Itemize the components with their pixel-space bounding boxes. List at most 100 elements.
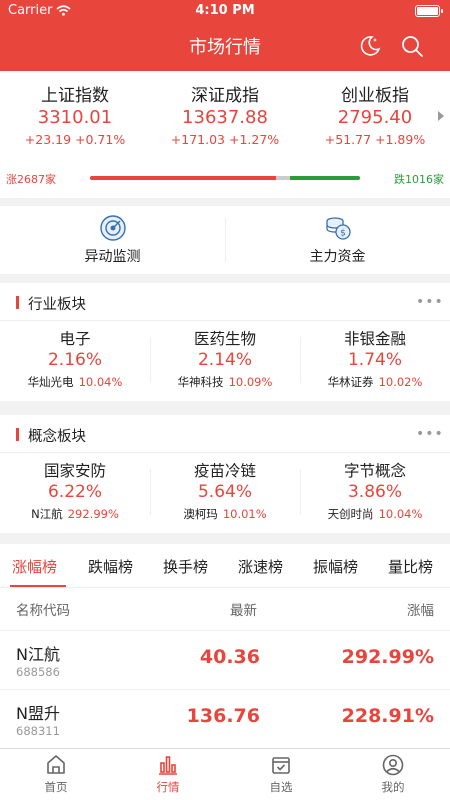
stock-pct: 228.91% [341, 705, 434, 727]
anomaly-monitor-button[interactable]: 异动监测 [0, 214, 225, 266]
nav-label: 首页 [44, 780, 68, 794]
tab-indicator [10, 585, 66, 587]
watchlist-icon [272, 757, 290, 774]
sector-leader: 华神科技 10.09% [177, 375, 273, 389]
tab-amplitude[interactable]: 振幅榜 [313, 556, 358, 577]
bar-chart-icon [159, 756, 177, 775]
index-change: +171.03 +1.27% [170, 132, 280, 147]
table-row[interactable]: N江航 688586 40.36 292.99% [0, 630, 450, 688]
battery-icon [415, 5, 443, 17]
column-header-price[interactable]: 最新 [230, 599, 257, 619]
sector-name: 字节概念 [343, 462, 406, 480]
section-title: 行业板块 [28, 297, 86, 313]
index-panel: 上证指数 3310.01 +23.19 +0.71% 深证成指 13637.88… [0, 71, 450, 198]
table-header: 名称代码 最新 涨幅 [0, 589, 450, 629]
radar-icon [99, 215, 126, 241]
index-change: +23.19 +0.71% [24, 132, 126, 147]
breadth-bar-up [90, 176, 276, 180]
index-value: 2795.40 [337, 107, 413, 128]
stock-name: N盟升 [16, 704, 60, 723]
index-value: 13637.88 [182, 107, 268, 128]
section-header: 概念板块 ••• [0, 415, 450, 453]
index-name: 创业板指 [341, 86, 409, 106]
svg-text:$: $ [340, 229, 346, 239]
index-card-sh[interactable]: 上证指数 3310.01 +23.19 +0.71% [0, 81, 150, 147]
ranking-panel: 涨幅榜 跌幅榜 换手榜 涨速榜 振幅榜 量比榜 名称代码 最新 涨幅 N江航 6… [0, 544, 450, 748]
sector-card[interactable]: 字节概念 3.86% 天创时尚 10.04% [300, 455, 450, 522]
bottom-nav: 首页 行情 自选 我的 [0, 748, 450, 800]
sector-pct: 1.74% [347, 350, 402, 370]
stock-price: 40.36 [199, 646, 260, 668]
breadth-bar-down [290, 176, 360, 180]
column-header-name: 名称代码 [16, 603, 70, 619]
sector-card[interactable]: 医药生物 2.14% 华神科技 10.09% [150, 323, 300, 390]
index-name: 深证成指 [191, 86, 259, 106]
main-funds-button[interactable]: $ 主力资金 [225, 214, 450, 266]
nav-watchlist[interactable]: 自选 [225, 753, 337, 795]
sector-name: 疫苗冷链 [193, 462, 256, 480]
search-icon[interactable] [400, 34, 424, 58]
sector-name: 国家安防 [43, 462, 106, 480]
stock-price: 136.76 [186, 705, 260, 727]
sector-card[interactable]: 疫苗冷链 5.64% 澳柯玛 10.01% [150, 455, 300, 522]
app-header: Carrier 4:10 PM 市场行情 [0, 0, 450, 71]
nav-profile[interactable]: 我的 [337, 753, 449, 795]
more-icon[interactable]: ••• [416, 294, 444, 310]
tab-gainers[interactable]: 涨幅榜 [12, 556, 57, 577]
sector-name: 非银金融 [343, 330, 406, 348]
nav-label: 行情 [156, 780, 180, 794]
industry-sector-panel: 行业板块 ••• 电子 2.16% 华灿光电 10.04% 医药生物 2.14% … [0, 283, 450, 401]
sector-name: 电子 [59, 330, 91, 348]
table-row[interactable]: N盟升 688311 136.76 228.91% [0, 689, 450, 747]
stock-code: 688586 [16, 665, 60, 679]
page-title: 市场行情 [189, 37, 261, 58]
section-marker [16, 296, 19, 309]
nav-market[interactable]: 行情 [112, 753, 224, 795]
up-count: 涨2687家 [6, 173, 56, 186]
sector-leader: 华林证券 10.02% [327, 375, 423, 389]
stock-code: 688311 [16, 724, 60, 738]
index-card-cyb[interactable]: 创业板指 2795.40 +51.77 +1.89% [300, 81, 450, 147]
sector-card[interactable]: 电子 2.16% 华灿光电 10.04% [0, 323, 150, 390]
tab-losers[interactable]: 跌幅榜 [88, 556, 133, 577]
index-value: 3310.01 [37, 107, 113, 128]
ranking-tabs: 涨幅榜 跌幅榜 换手榜 涨速榜 振幅榜 量比榜 [0, 544, 450, 588]
tab-volume-ratio[interactable]: 量比榜 [388, 556, 433, 577]
sector-leader: 华灿光电 10.04% [27, 375, 123, 389]
nav-label: 我的 [381, 780, 405, 794]
sector-pct: 6.22% [47, 482, 102, 502]
index-change: +51.77 +1.89% [324, 132, 426, 147]
stock-pct: 292.99% [341, 646, 434, 668]
stock-name: N江航 [16, 645, 60, 664]
concept-sector-panel: 概念板块 ••• 国家安防 6.22% N江航 292.99% 疫苗冷链 5.64… [0, 415, 450, 533]
profile-icon [382, 754, 404, 776]
sector-name: 医药生物 [193, 330, 256, 348]
tab-speed[interactable]: 涨速榜 [238, 556, 283, 577]
column-header-pct[interactable]: 涨幅 [407, 599, 434, 619]
sector-pct: 2.16% [47, 350, 102, 370]
more-icon[interactable]: ••• [416, 426, 444, 442]
sector-pct: 2.14% [197, 350, 252, 370]
section-title: 概念板块 [28, 429, 86, 445]
tool-label: 主力资金 [309, 249, 366, 265]
sector-card[interactable]: 非银金融 1.74% 华林证券 10.02% [300, 323, 450, 390]
sector-leader: 天创时尚 10.04% [327, 507, 423, 521]
section-marker [16, 428, 19, 441]
tools-panel: 异动监测 $ 主力资金 [0, 206, 450, 274]
home-icon [47, 755, 65, 774]
chevron-right-icon[interactable] [438, 111, 444, 121]
sector-card[interactable]: 国家安防 6.22% N江航 292.99% [0, 455, 150, 522]
moon-icon[interactable] [358, 34, 382, 58]
market-breadth: 涨2687家 跌1016家 [0, 169, 450, 189]
breadth-bar [90, 176, 360, 180]
index-card-sz[interactable]: 深证成指 13637.88 +171.03 +1.27% [150, 81, 300, 147]
nav-label: 自选 [269, 780, 293, 794]
index-name: 上证指数 [41, 86, 109, 106]
tool-label: 异动监测 [84, 249, 141, 265]
tab-turnover[interactable]: 换手榜 [163, 556, 208, 577]
sector-pct: 5.64% [197, 482, 252, 502]
nav-home[interactable]: 首页 [0, 753, 112, 795]
sector-leader: 澳柯玛 10.01% [183, 507, 267, 521]
down-count: 跌1016家 [394, 173, 444, 186]
status-time: 4:10 PM [195, 3, 255, 18]
